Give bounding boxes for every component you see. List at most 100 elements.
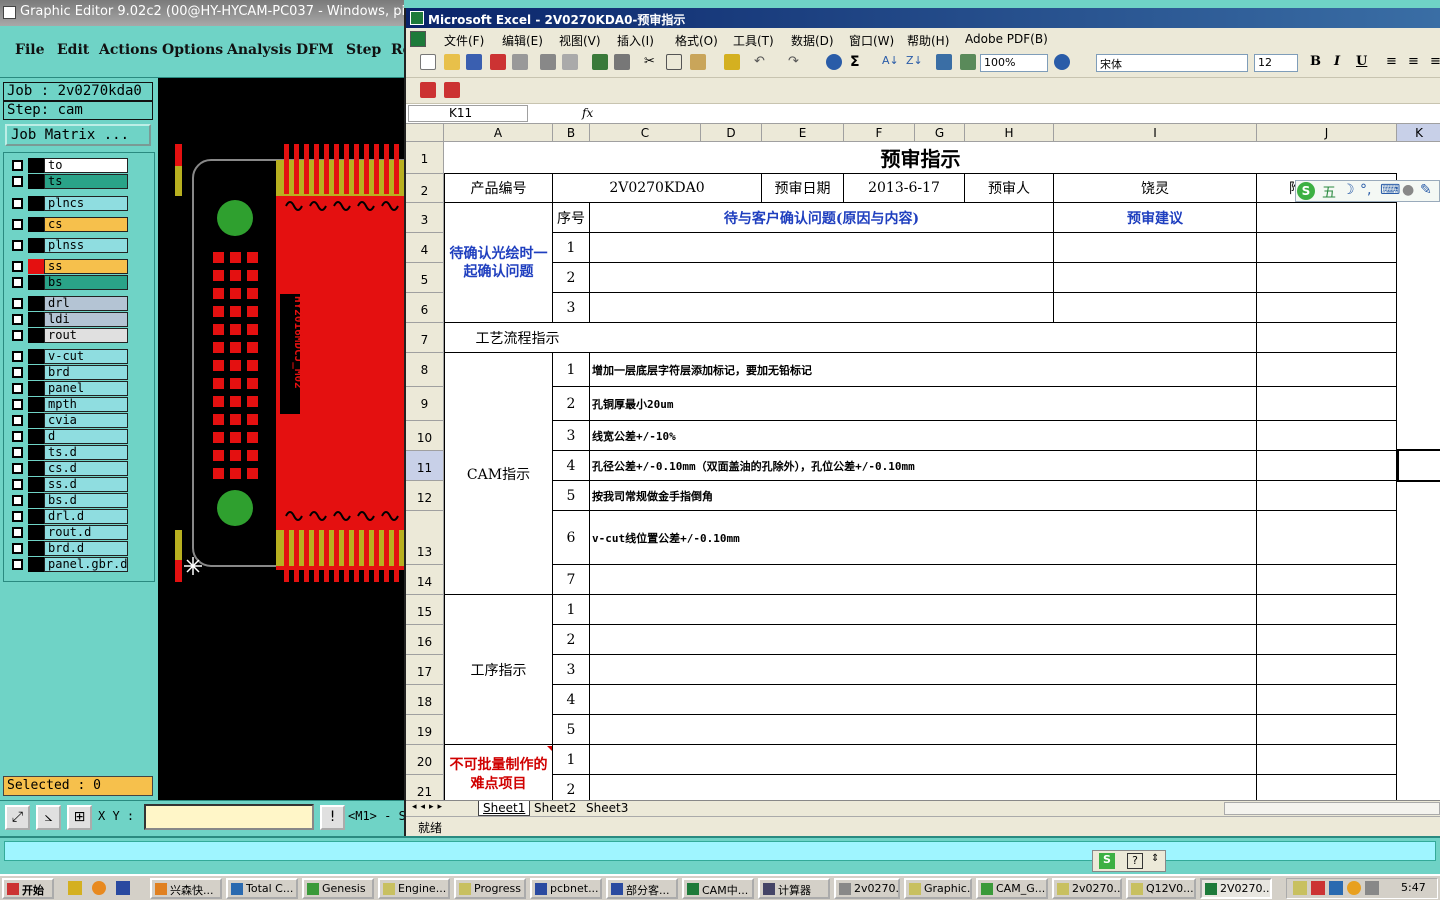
layer-checkbox[interactable] <box>12 511 23 522</box>
process-flow-content[interactable] <box>590 323 1257 353</box>
cam-item-1[interactable]: 增加一层底层字符层添加标记，要加无铅标记 <box>590 353 1257 387</box>
layer-color-swatch[interactable] <box>28 461 44 476</box>
row-header-5[interactable]: 5 <box>406 263 444 293</box>
layer-row-rout[interactable]: rout <box>8 328 128 343</box>
fx-label[interactable]: fx <box>582 106 593 120</box>
review-date-label[interactable]: 预审日期 <box>762 174 844 203</box>
layer-name[interactable]: rout <box>44 328 128 343</box>
layer-checkbox[interactable] <box>12 298 23 309</box>
layer-checkbox[interactable] <box>12 559 23 570</box>
horizontal-scrollbar[interactable] <box>1224 802 1440 815</box>
layer-checkbox[interactable] <box>12 219 23 230</box>
menu-actions[interactable]: Actions <box>99 42 158 58</box>
hyperlink-icon[interactable] <box>826 54 842 70</box>
menu-file[interactable]: File <box>15 42 44 58</box>
sort-desc-icon[interactable]: Z↓ <box>906 54 923 70</box>
layer-checkbox[interactable] <box>12 479 23 490</box>
chart-wizard-icon[interactable] <box>936 54 952 70</box>
layer-name[interactable]: ldi <box>44 312 128 327</box>
underline-icon[interactable]: U <box>1356 54 1372 70</box>
name-box[interactable]: K11 <box>408 105 528 122</box>
reviewer-label[interactable]: 预审人 <box>965 174 1054 203</box>
print-preview-icon[interactable] <box>512 54 528 70</box>
layer-color-swatch[interactable] <box>28 397 44 412</box>
layer-color-swatch[interactable] <box>28 541 44 556</box>
col-header-b[interactable]: B <box>553 124 590 142</box>
task-2[interactable]: Genesis <box>302 878 374 899</box>
align-right-icon[interactable]: ≡ <box>1430 54 1440 70</box>
menu-window-cn[interactable]: 窗口(W) <box>849 32 894 49</box>
layer-name[interactable]: bs.d <box>44 493 128 508</box>
cell-j12[interactable] <box>1257 481 1397 511</box>
layer-checkbox[interactable] <box>12 277 23 288</box>
advice-header[interactable]: 预审建议 <box>1054 203 1257 233</box>
layer-name[interactable]: rout.d <box>44 525 128 540</box>
layer-checkbox[interactable] <box>12 447 23 458</box>
layer-checkbox[interactable] <box>12 367 23 378</box>
row-header-1[interactable]: 1 <box>406 142 444 174</box>
cam-num-3[interactable]: 3 <box>553 421 590 451</box>
autosum-icon[interactable]: Σ <box>850 54 866 70</box>
layer-name[interactable]: plnss <box>44 238 128 253</box>
cam-item-4[interactable]: 孔径公差+/-0.10mm（双面盖油的孔除外），孔位公差+/-0.10mm <box>590 451 1257 481</box>
cam-num-6[interactable]: 6 <box>553 511 590 565</box>
layer-color-swatch[interactable] <box>28 296 44 311</box>
layer-row-drl-d[interactable]: drl.d <box>8 509 128 524</box>
active-cell-k11[interactable] <box>1397 449 1440 482</box>
pending-issue-3[interactable] <box>590 293 1054 323</box>
job-matrix-button[interactable]: Job Matrix ... <box>5 124 151 146</box>
row-header-17[interactable]: 17 <box>406 655 444 685</box>
menu-adobe-pdf[interactable]: Adobe PDF(B) <box>965 32 1048 46</box>
cell-j3[interactable] <box>1257 203 1397 233</box>
layer-name[interactable]: ts <box>44 174 128 189</box>
layer-name[interactable]: bs <box>44 275 128 290</box>
col-header-i[interactable]: I <box>1054 124 1257 142</box>
task-4[interactable]: Progress <box>454 878 526 899</box>
task-13[interactable]: Q12V0... <box>1126 878 1196 899</box>
layer-row-ss-d[interactable]: ss.d <box>8 477 128 492</box>
layer-row-plncs[interactable]: plncs <box>8 196 128 211</box>
cell-j16[interactable] <box>1257 625 1397 655</box>
cam-num-2[interactable]: 2 <box>553 387 590 421</box>
bold-icon[interactable]: B <box>1310 54 1326 70</box>
layer-row-drl[interactable]: drl <box>8 296 128 311</box>
layer-name[interactable]: ts.d <box>44 445 128 460</box>
layer-name[interactable]: ss <box>44 259 128 274</box>
cam-item-2[interactable]: 孔铜厚最小20um <box>590 387 1257 421</box>
pending-advice-3[interactable] <box>1054 293 1257 323</box>
pending-num-2[interactable]: 2 <box>553 263 590 293</box>
layer-color-swatch[interactable] <box>28 365 44 380</box>
layer-color-swatch[interactable] <box>28 349 44 364</box>
italic-icon[interactable]: I <box>1334 54 1350 70</box>
row-header-7[interactable]: 7 <box>406 323 444 353</box>
cell-j14[interactable] <box>1257 565 1397 595</box>
cell-j20[interactable] <box>1257 745 1397 775</box>
layer-row-bs-d[interactable]: bs.d <box>8 493 128 508</box>
layer-name[interactable]: brd <box>44 365 128 380</box>
layer-checkbox[interactable] <box>12 330 23 341</box>
layer-color-swatch[interactable] <box>28 445 44 460</box>
layer-row-cs[interactable]: cs <box>8 217 128 232</box>
layer-name[interactable]: panel <box>44 381 128 396</box>
layer-color-swatch[interactable] <box>28 196 44 211</box>
pending-issue-2[interactable] <box>590 263 1054 293</box>
cell-j5[interactable] <box>1257 263 1397 293</box>
menu-file-cn[interactable]: 文件(F) <box>444 32 484 49</box>
pending-issue-1[interactable] <box>590 233 1054 263</box>
layer-name[interactable]: v-cut <box>44 349 128 364</box>
cell-j17[interactable] <box>1257 655 1397 685</box>
cam-num-1[interactable]: 1 <box>553 353 590 387</box>
task-12[interactable]: 2v0270... <box>1052 878 1122 899</box>
task-10[interactable]: Graphic... <box>904 878 972 899</box>
proc-item-1[interactable] <box>590 595 1257 625</box>
cam-item-5[interactable]: 按我司常规做金手指倒角 <box>590 481 1257 511</box>
layer-name[interactable]: ss.d <box>44 477 128 492</box>
proc-num-2[interactable]: 2 <box>553 625 590 655</box>
task-5[interactable]: pcbnet... <box>530 878 602 899</box>
align-center-icon[interactable]: ≡ <box>1408 54 1424 70</box>
row-header-3[interactable]: 3 <box>406 203 444 233</box>
layer-row-ldi[interactable]: ldi <box>8 312 128 327</box>
save-icon[interactable] <box>466 54 482 70</box>
undo-icon[interactable]: ↶ <box>754 54 770 70</box>
row-header-20[interactable]: 20 <box>406 745 444 775</box>
